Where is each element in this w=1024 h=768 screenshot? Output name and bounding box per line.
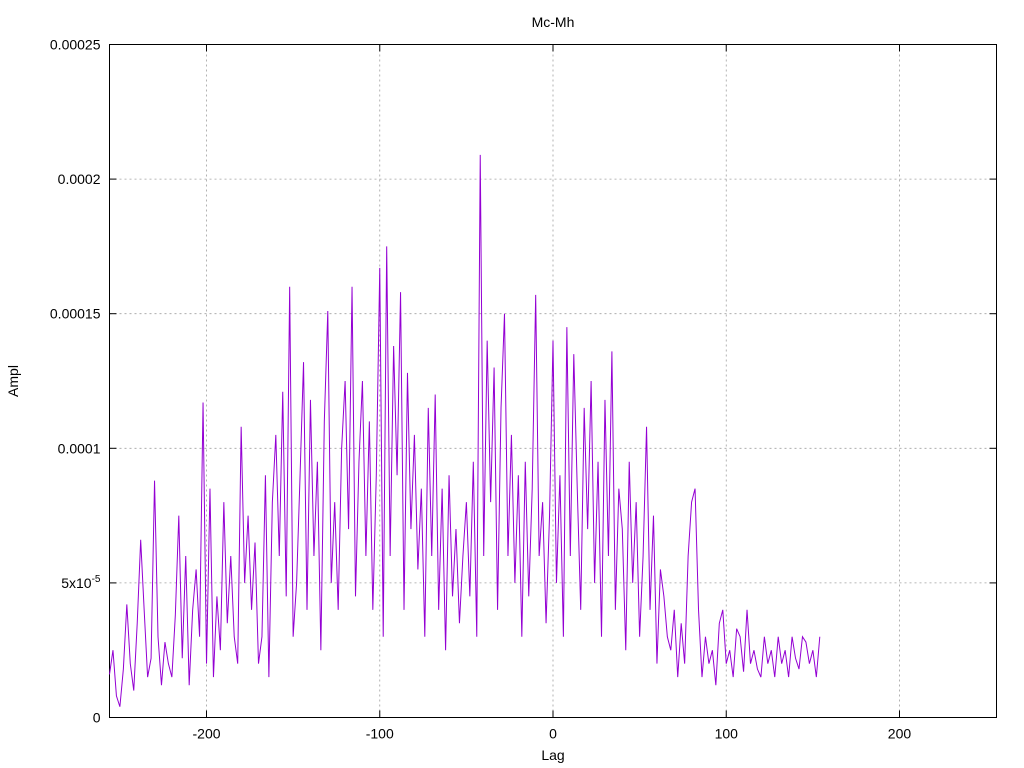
y-tick-label: 0: [93, 710, 101, 726]
chart-background: [0, 0, 1024, 768]
y-tick-label-base: 0.0001: [58, 440, 101, 456]
y-tick-label-base: 5x10: [61, 575, 92, 591]
chart-canvas: -200 -100 0 100 200 0 5x10-5 0.0001 0.00015 0.00…: [0, 0, 1024, 768]
y-tick-label: 0.00025: [50, 37, 101, 53]
x-tick-label: -100: [366, 726, 394, 742]
x-tick-label: -200: [193, 726, 221, 742]
x-axis-title: Lag: [541, 747, 564, 763]
x-tick-label: 0: [549, 726, 557, 742]
y-tick-label: 0.0001: [58, 440, 101, 456]
chart-title: Mc-Mh: [532, 14, 575, 30]
y-tick-label-base: 0.00015: [50, 306, 101, 322]
y-tick-label: 0.00015: [50, 306, 101, 322]
y-tick-label-base: 0.00025: [50, 37, 101, 53]
y-tick-label-base: 0: [93, 710, 101, 726]
y-tick-label-exponent: -5: [92, 574, 101, 585]
x-tick-label: 100: [715, 726, 739, 742]
y-tick-label-base: 0.0002: [58, 171, 101, 187]
y-axis-title: Ampl: [5, 365, 21, 397]
x-tick-label: 200: [888, 726, 912, 742]
y-tick-label: 0.0002: [58, 171, 101, 187]
